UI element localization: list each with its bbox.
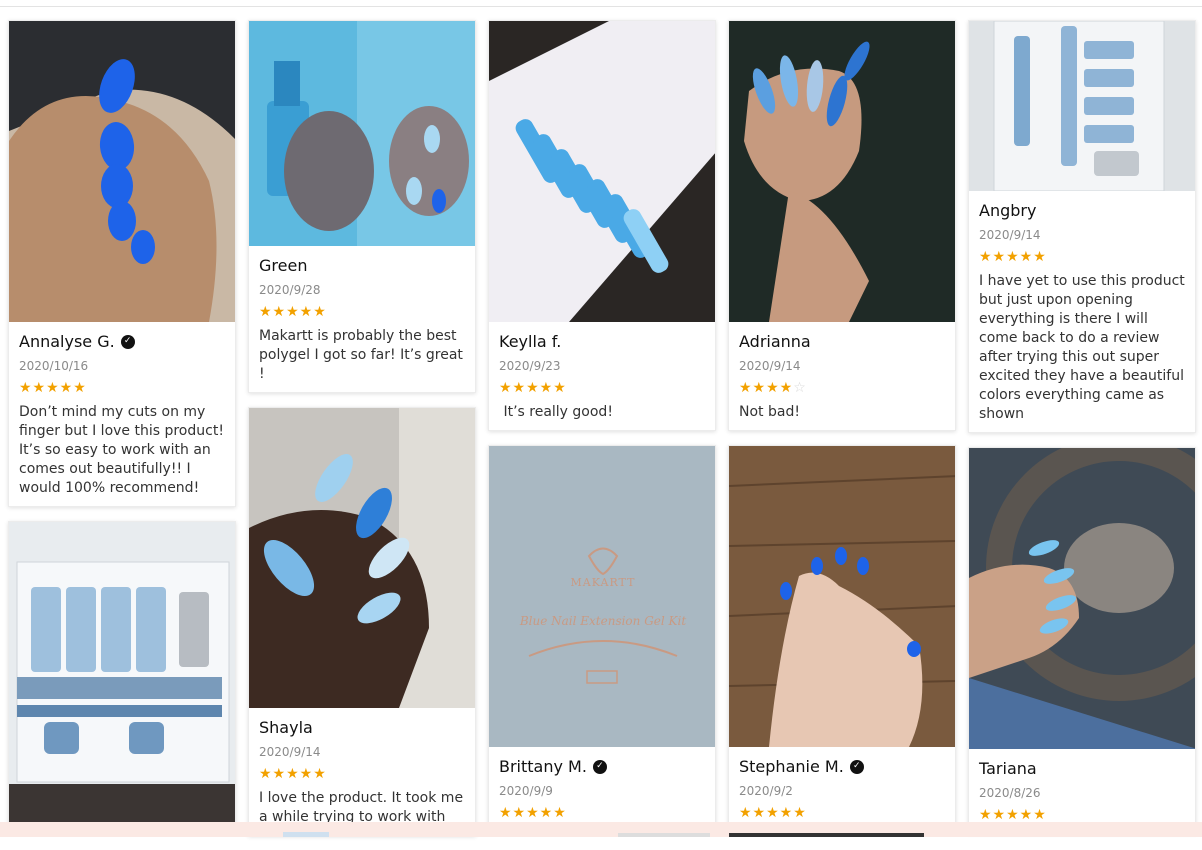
review-card[interactable] (8, 521, 236, 823)
reviewer-name: Brittany M. ✓ (499, 757, 705, 776)
review-column-5: Angbry 2020/9/14 ★★★★★ I have yet to use… (968, 20, 1196, 847)
box-label: Blue Nail Extension Gel Kit (519, 614, 687, 628)
star-rating: ★★★★★ (499, 805, 567, 821)
verified-check-icon: ✓ (120, 334, 135, 349)
reviewer-name: Angbry (979, 201, 1037, 220)
review-photo[interactable] (249, 408, 475, 708)
review-date: 2020/9/14 (739, 359, 801, 373)
review-column-4: Adrianna 2020/9/14 ★★★★☆ Not bad! Stepha… (728, 20, 956, 845)
reviewer-name: Adrianna (739, 332, 811, 351)
review-date: 2020/9/14 (979, 228, 1041, 242)
review-text: It’s really good! (499, 404, 613, 420)
option-selector[interactable] (618, 833, 710, 837)
review-card[interactable]: Stephanie M. ✓ 2020/9/2 ★★★★★ (728, 445, 956, 831)
review-card[interactable]: Angbry 2020/9/14 ★★★★★ I have yet to use… (968, 20, 1196, 433)
verified-check-icon: ✓ (592, 759, 607, 774)
review-date: 2020/9/2 (739, 784, 793, 798)
review-date: 2020/10/16 (19, 359, 89, 373)
star-rating: ★★★★★ (739, 805, 807, 821)
star-rating: ★★★★★ (259, 304, 327, 320)
review-date: 2020/8/26 (979, 786, 1041, 800)
reviewer-name: Keylla f. (499, 332, 562, 351)
review-card[interactable]: Adrianna 2020/9/14 ★★★★☆ Not bad! (728, 20, 956, 431)
star-rating: ★★★★★ (19, 380, 87, 396)
top-divider (0, 6, 1202, 7)
review-photo[interactable]: MAKARTT Blue Nail Extension Gel Kit (489, 446, 715, 747)
box-brand: MAKARTT (570, 576, 636, 589)
review-card[interactable]: MAKARTT Blue Nail Extension Gel Kit Brit… (488, 445, 716, 831)
review-column-3: Keylla f. 2020/9/23 ★★★★★ It’s really go… (488, 20, 716, 845)
review-date: 2020/9/28 (259, 283, 321, 297)
star-rating: ★★★★★ (259, 766, 327, 782)
reviewer-name: Shayla (259, 718, 313, 737)
review-card[interactable]: Annalyse G. ✓ 2020/10/16 ★★★★★ Don’t mind… (8, 20, 236, 507)
review-text: Makartt is probably the best polygel I g… (259, 328, 463, 382)
review-photo[interactable] (9, 21, 235, 322)
product-thumbnail[interactable] (283, 832, 329, 837)
reviewer-name: Annalyse G. ✓ (19, 332, 225, 351)
review-date: 2020/9/23 (499, 359, 561, 373)
star-rating: ★★★★★ (979, 249, 1047, 265)
review-photo[interactable] (969, 448, 1195, 749)
review-date: 2020/9/14 (259, 745, 321, 759)
review-text: I have yet to use this product but just … (979, 273, 1185, 422)
review-text: Don’t mind my cuts on my finger but I lo… (19, 404, 224, 496)
review-text: Not bad! (739, 404, 800, 420)
review-photo[interactable] (729, 446, 955, 747)
review-photo[interactable] (729, 21, 955, 322)
review-date: 2020/9/9 (499, 784, 553, 798)
add-to-cart-button[interactable] (729, 833, 924, 837)
reviewer-name: Green (259, 256, 308, 275)
reviewer-name: Stephanie M. ✓ (739, 757, 945, 776)
review-column-1: Annalyse G. ✓ 2020/10/16 ★★★★★ Don’t mind… (8, 20, 236, 837)
review-card[interactable]: Green 2020/9/28 ★★★★★ Makartt is probabl… (248, 20, 476, 393)
review-card[interactable]: Keylla f. 2020/9/23 ★★★★★ It’s really go… (488, 20, 716, 431)
verified-check-icon: ✓ (849, 759, 864, 774)
star-rating: ★★★★★ (499, 380, 567, 396)
review-photo[interactable] (9, 522, 235, 822)
star-rating: ★★★★☆ (739, 380, 807, 396)
reviewer-name: Tariana (979, 759, 1037, 778)
review-card[interactable]: Shayla 2020/9/14 ★★★★★ I love the produc… (248, 407, 476, 836)
review-column-2: Green 2020/9/28 ★★★★★ Makartt is probabl… (248, 20, 476, 850)
review-card[interactable]: Tariana 2020/8/26 ★★★★★ (968, 447, 1196, 833)
review-photo[interactable] (969, 21, 1195, 191)
review-photo[interactable] (489, 21, 715, 322)
review-photo[interactable] (249, 21, 475, 246)
bottom-sticky-bar (0, 822, 1202, 837)
